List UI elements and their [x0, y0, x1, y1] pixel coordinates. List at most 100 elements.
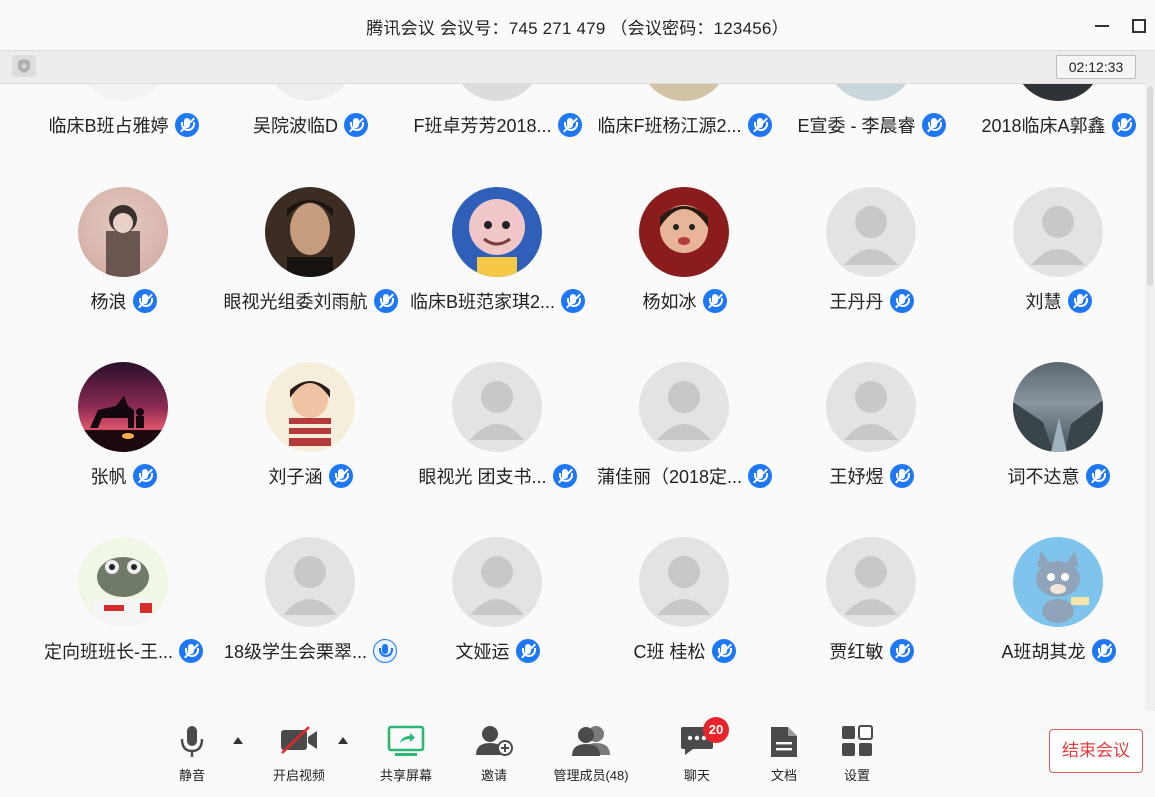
- participant-tile[interactable]: 贾红敏: [778, 526, 965, 676]
- security-shield-icon[interactable]: [12, 55, 36, 77]
- participant-name: A班胡其龙: [1001, 642, 1086, 662]
- avatar: [78, 537, 168, 627]
- avatar: [639, 187, 729, 277]
- mic-on-icon: [373, 639, 398, 663]
- members-label: 管理成员(48): [553, 768, 629, 783]
- audio-options-caret-icon[interactable]: [233, 737, 243, 744]
- documents-label: 文档: [770, 768, 797, 783]
- video-off-icon: [281, 726, 317, 754]
- meeting-timer: 02:12:33: [1056, 55, 1136, 79]
- settings-label: 设置: [843, 768, 870, 783]
- window-title: 腾讯会议 会议号：745 271 479 （会议密码：123456）: [366, 19, 789, 38]
- mic-muted-icon: [889, 289, 914, 313]
- mic-muted-icon: [328, 464, 353, 488]
- participant-name: F班卓芳芳2018...: [413, 116, 552, 136]
- avatar: [1013, 537, 1103, 627]
- video-options-caret-icon[interactable]: [338, 737, 348, 744]
- documents-button[interactable]: 文档: [759, 711, 809, 797]
- microphone-icon: [180, 726, 204, 757]
- participant-tile[interactable]: 临床B班范家琪2...: [404, 176, 591, 326]
- invite-button[interactable]: 邀请: [469, 711, 519, 797]
- participant-name: 蒲佳丽（2018定...: [596, 467, 743, 487]
- participant-name: 杨如冰: [642, 292, 697, 312]
- mic-muted-icon: [179, 639, 203, 663]
- mic-muted-icon: [1067, 289, 1092, 313]
- participant-tile[interactable]: 蒲佳丽（2018定...: [591, 351, 778, 501]
- participant-name: 杨浪: [90, 292, 127, 312]
- participant-tile[interactable]: A班胡其龙: [965, 526, 1152, 676]
- mute-label: 静音: [178, 768, 205, 783]
- participant-name: 临床B班范家琪2...: [409, 292, 556, 312]
- share-screen-button[interactable]: 共享屏幕: [373, 711, 439, 797]
- participant-tile[interactable]: 王丹丹: [778, 176, 965, 326]
- participant-name: 王丹丹: [829, 292, 884, 312]
- photo-image: [287, 200, 333, 277]
- title-bar: 腾讯会议 会议号：745 271 479 （会议密码：123456）: [0, 0, 1155, 50]
- participant-tile[interactable]: 文娅运: [404, 526, 591, 676]
- mic-muted-icon: [174, 113, 199, 137]
- default-avatar-icon: [826, 537, 916, 627]
- mic-muted-icon: [702, 289, 727, 313]
- kermit-image: [94, 557, 152, 627]
- participant-name: 吴院波临D: [253, 116, 338, 136]
- participant-tile[interactable]: 眼视光组委刘雨航: [217, 176, 404, 326]
- participant-name: 王妤煜: [829, 467, 884, 487]
- participant-tile[interactable]: 刘慧: [965, 176, 1152, 326]
- mic-muted-icon: [889, 464, 914, 488]
- participant-tile[interactable]: 定向班班长-王...: [30, 526, 217, 676]
- settings-button[interactable]: 设置: [832, 711, 882, 797]
- mic-muted-icon: [373, 289, 398, 313]
- info-bar: [0, 50, 1155, 84]
- default-avatar-icon: [452, 537, 542, 627]
- participant-tile[interactable]: C班 桂松: [591, 526, 778, 676]
- cartoon-image: [469, 199, 525, 277]
- participant-tile[interactable]: 眼视光 团支书...: [404, 351, 591, 501]
- participant-name: C班 桂松: [633, 642, 706, 662]
- mic-muted-icon: [344, 113, 368, 137]
- start-video-button[interactable]: 开启视频: [266, 711, 332, 797]
- participant-tile[interactable]: 刘子涵: [217, 351, 404, 501]
- participant-tile[interactable]: 张帆: [30, 351, 217, 501]
- participant-tile[interactable]: 杨浪: [30, 176, 217, 326]
- mic-muted-icon: [132, 464, 157, 488]
- photo-image: [289, 381, 331, 446]
- participant-name: 临床F班杨江源2...: [597, 116, 742, 136]
- default-avatar-icon: [826, 187, 916, 277]
- default-avatar-icon: [1013, 187, 1103, 277]
- participant-name: E宣委 - 李晨睿: [797, 116, 916, 136]
- cartoon-cat-image: [1036, 551, 1089, 623]
- participant-tile[interactable]: 18级学生会栗翠...: [217, 526, 404, 676]
- share-label: 共享屏幕: [379, 768, 432, 783]
- participant-name: 眼视光 团支书...: [418, 467, 547, 487]
- avatar: [1013, 362, 1103, 452]
- manage-members-button[interactable]: 管理成员(48): [548, 711, 634, 797]
- mute-button[interactable]: 静音: [167, 711, 217, 797]
- default-avatar-icon: [639, 362, 729, 452]
- invite-user-icon: [476, 726, 513, 756]
- end-meeting-button[interactable]: 结束会议: [1049, 729, 1143, 773]
- mic-muted-icon: [561, 289, 586, 313]
- landscape-image: [1013, 400, 1103, 452]
- mic-muted-icon: [748, 464, 773, 488]
- participant-name: 张帆: [90, 467, 127, 487]
- participant-name: 贾红敏: [829, 642, 884, 662]
- mic-muted-icon: [921, 113, 946, 137]
- avatar: [265, 362, 355, 452]
- maximize-icon[interactable]: [1129, 15, 1149, 35]
- silhouette-image: [90, 396, 144, 439]
- mic-muted-icon: [515, 639, 540, 663]
- participant-tile[interactable]: 词不达意: [965, 351, 1152, 501]
- avatar: [78, 187, 168, 277]
- default-avatar-icon: [826, 362, 916, 452]
- share-screen-icon: [387, 725, 425, 756]
- participant-tile[interactable]: 杨如冰: [591, 176, 778, 326]
- scrollbar-thumb[interactable]: [1147, 86, 1153, 286]
- default-avatar-icon: [265, 537, 355, 627]
- mic-muted-icon: [132, 289, 157, 313]
- bottom-toolbar: 静音 开启视频 共享屏幕 邀请 管理成员(48) 聊天 文档 设置: [0, 711, 1155, 797]
- chat-unread-badge: 20: [703, 717, 729, 743]
- video-label: 开启视频: [272, 768, 325, 783]
- minimize-icon[interactable]: [1093, 15, 1113, 35]
- participant-tile[interactable]: 王妤煜: [778, 351, 965, 501]
- mic-muted-icon: [552, 464, 577, 488]
